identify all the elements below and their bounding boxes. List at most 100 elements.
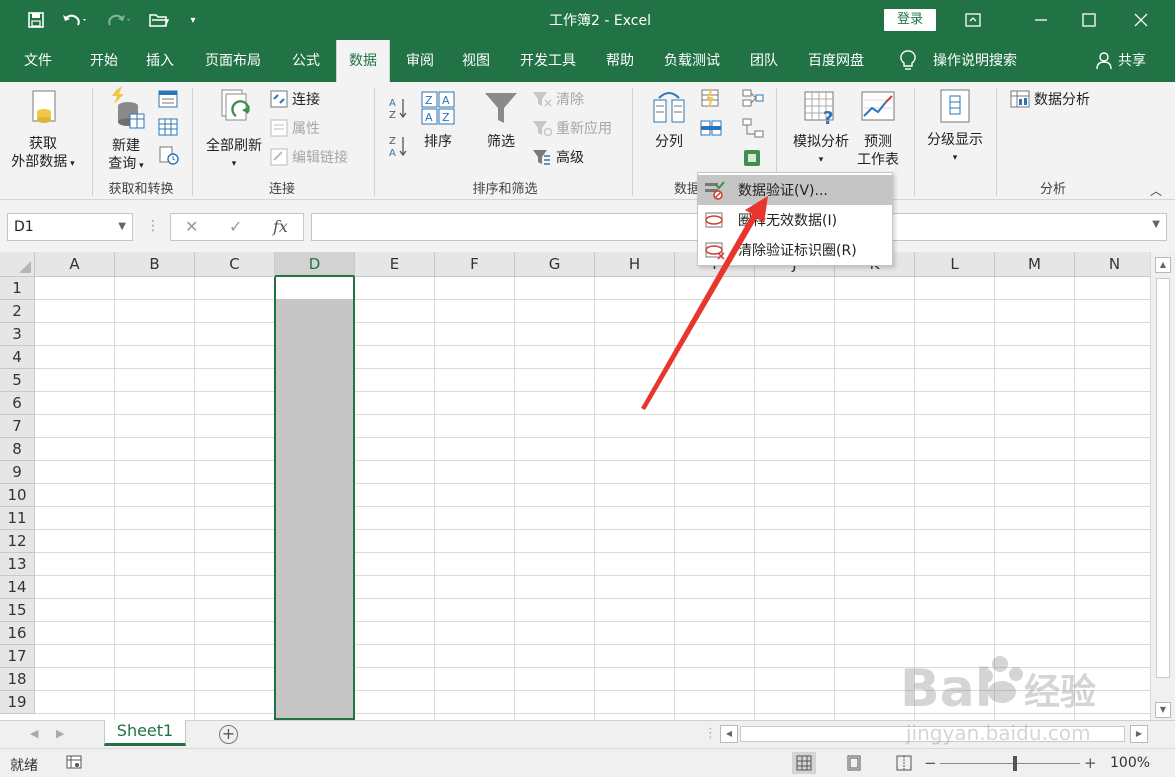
tab-help[interactable]: 帮助 — [594, 40, 646, 82]
reapply-button[interactable]: 重新应用 — [532, 117, 612, 139]
page-layout-view-icon[interactable] — [842, 752, 866, 774]
active-cell[interactable] — [276, 277, 353, 299]
login-button[interactable]: 登录 — [884, 9, 936, 31]
close-icon[interactable] — [1118, 0, 1164, 40]
page-break-preview-icon[interactable] — [892, 752, 916, 774]
insert-function-icon[interactable]: fx — [273, 217, 288, 236]
redo-icon[interactable] — [102, 8, 136, 32]
flash-fill-icon[interactable] — [700, 88, 720, 108]
forecast-sheet-button[interactable]: 预测 工作表 — [852, 90, 904, 169]
tab-developer[interactable]: 开发工具 — [510, 40, 586, 82]
row-header-2[interactable]: 2 — [0, 300, 35, 323]
prev-sheet-icon[interactable]: ◀ — [30, 727, 38, 740]
chevron-down-icon[interactable]: ▼ — [118, 214, 126, 240]
save-icon[interactable] — [22, 8, 50, 32]
column-header-g[interactable]: G — [515, 252, 595, 277]
expand-formula-bar-icon[interactable]: ▼ — [1152, 219, 1160, 230]
outline-button[interactable]: 分级显示 ▾ — [920, 88, 990, 167]
tab-page-layout[interactable]: 页面布局 — [196, 40, 270, 82]
properties-button[interactable]: 属性 — [270, 117, 320, 139]
undo-icon[interactable] — [58, 8, 92, 32]
select-all-button[interactable] — [0, 252, 35, 277]
menu-item-circle-invalid-data[interactable]: 圈释无效数据(I) — [698, 205, 892, 235]
consolidate-icon[interactable] — [742, 88, 764, 108]
data-analysis-button[interactable]: 数据分析 — [1010, 88, 1090, 110]
tab-home[interactable]: 开始 — [78, 40, 130, 82]
filter-button[interactable]: 筛选 — [478, 90, 524, 151]
column-header-a[interactable]: A — [35, 252, 115, 277]
scroll-right-icon[interactable]: ▶ — [1130, 725, 1148, 743]
menu-item-data-validation[interactable]: 数据验证(V)... — [698, 175, 892, 205]
row-header-3[interactable]: 3 — [0, 323, 35, 346]
sort-ascending-icon[interactable]: AZ — [388, 96, 408, 120]
share-person-icon[interactable] — [1094, 40, 1114, 82]
row-header-12[interactable]: 12 — [0, 530, 35, 553]
row-header-5[interactable]: 5 — [0, 369, 35, 392]
zoom-in-icon[interactable]: + — [1084, 754, 1097, 772]
row-header-15[interactable]: 15 — [0, 599, 35, 622]
tab-insert[interactable]: 插入 — [134, 40, 186, 82]
row-header-19[interactable]: 19 — [0, 691, 35, 714]
zoom-out-icon[interactable]: − — [924, 754, 937, 772]
scroll-up-icon[interactable]: ▲ — [1155, 257, 1171, 273]
row-header-9[interactable]: 9 — [0, 461, 35, 484]
refresh-all-button[interactable]: 全部刷新 ▾ — [200, 86, 268, 173]
ribbon-display-options-icon[interactable] — [950, 0, 996, 40]
tab-formulas[interactable]: 公式 — [280, 40, 332, 82]
tab-review[interactable]: 审阅 — [394, 40, 446, 82]
collapse-ribbon-icon[interactable]: ︿ — [1150, 182, 1162, 199]
relationships-icon[interactable] — [742, 118, 764, 138]
row-header-1[interactable]: 1 — [0, 277, 35, 300]
row-header-14[interactable]: 14 — [0, 576, 35, 599]
menu-item-clear-validation-circles[interactable]: 清除验证标识圈(R) — [698, 235, 892, 265]
sort-button[interactable]: ZAAZ 排序 — [416, 90, 460, 151]
column-header-m[interactable]: M — [995, 252, 1075, 277]
get-external-data-button[interactable]: 获取 外部数据 ▾ — [8, 88, 78, 173]
confirm-entry-icon[interactable]: ✓ — [229, 217, 242, 236]
maximize-icon[interactable] — [1066, 0, 1112, 40]
column-header-l[interactable]: L — [915, 252, 995, 277]
column-header-h[interactable]: H — [595, 252, 675, 277]
recent-sources-icon[interactable] — [158, 146, 180, 166]
tab-split-grip-icon[interactable]: ⋮ — [704, 726, 717, 741]
name-box[interactable]: D1 ▼ — [7, 213, 133, 241]
row-header-11[interactable]: 11 — [0, 507, 35, 530]
tell-me-search[interactable]: 操作说明搜索 — [926, 40, 1024, 82]
open-folder-icon[interactable] — [146, 8, 172, 32]
tab-file[interactable]: 文件 — [12, 40, 64, 82]
row-header-16[interactable]: 16 — [0, 622, 35, 645]
row-header-4[interactable]: 4 — [0, 346, 35, 369]
share-button[interactable]: 共享 — [1114, 40, 1150, 82]
next-sheet-icon[interactable]: ▶ — [56, 727, 64, 740]
column-header-n[interactable]: N — [1075, 252, 1155, 277]
minimize-icon[interactable] — [1018, 0, 1064, 40]
column-header-f[interactable]: F — [435, 252, 515, 277]
from-table-icon[interactable] — [158, 118, 178, 136]
lightbulb-icon[interactable] — [896, 40, 920, 82]
row-header-10[interactable]: 10 — [0, 484, 35, 507]
sort-descending-icon[interactable]: ZA — [388, 134, 408, 158]
column-header-b[interactable]: B — [115, 252, 195, 277]
vertical-scrollbar[interactable]: ▲ ▼ — [1150, 252, 1175, 720]
macro-record-icon[interactable] — [66, 755, 82, 773]
row-header-6[interactable]: 6 — [0, 392, 35, 415]
row-header-7[interactable]: 7 — [0, 415, 35, 438]
zoom-slider-thumb[interactable] — [1013, 756, 1017, 771]
cancel-entry-icon[interactable]: ✕ — [185, 217, 198, 236]
vertical-scroll-thumb[interactable] — [1156, 278, 1170, 678]
tab-baidu-netdisk[interactable]: 百度网盘 — [798, 40, 874, 82]
edit-links-button[interactable]: 编辑链接 — [270, 146, 348, 168]
zoom-slider[interactable] — [940, 763, 1080, 764]
formula-bar-grip-icon[interactable]: ⋮ — [146, 218, 160, 234]
text-to-columns-button[interactable]: 分列 — [646, 90, 692, 151]
column-header-e[interactable]: E — [355, 252, 435, 277]
row-header-8[interactable]: 8 — [0, 438, 35, 461]
tab-load-test[interactable]: 负载测试 — [654, 40, 730, 82]
tab-view[interactable]: 视图 — [450, 40, 502, 82]
row-header-13[interactable]: 13 — [0, 553, 35, 576]
show-queries-icon[interactable] — [158, 90, 178, 108]
connections-button[interactable]: 连接 — [270, 88, 320, 110]
tab-data[interactable]: 数据 — [336, 40, 390, 82]
selected-column-range[interactable] — [274, 277, 355, 720]
row-header-18[interactable]: 18 — [0, 668, 35, 691]
